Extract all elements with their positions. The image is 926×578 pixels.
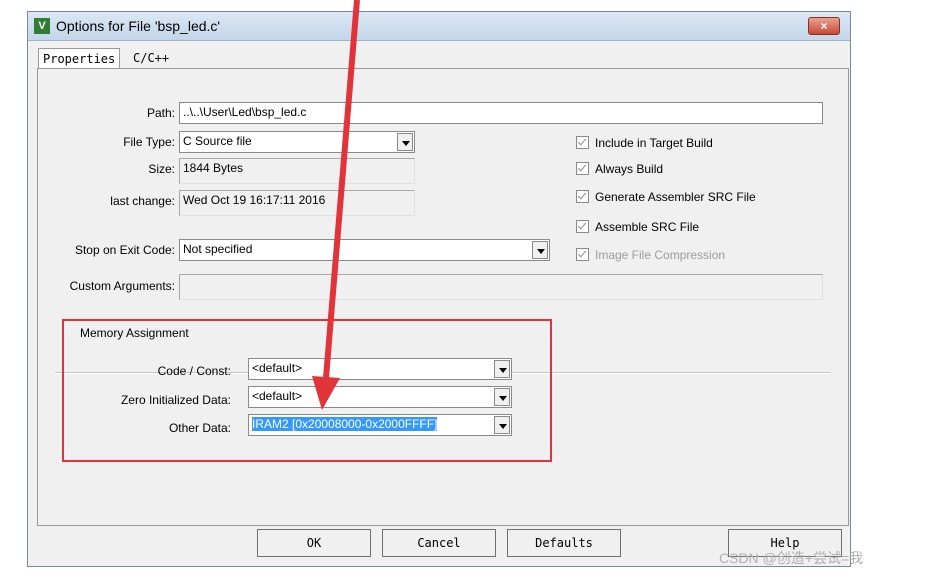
annotation-arrow-head (312, 376, 340, 410)
annotation-arrow-shaft (323, 0, 360, 379)
annotation-arrow-svg (312, 0, 360, 410)
watermark-text: CSDN @创造+尝试=我 (719, 550, 864, 566)
